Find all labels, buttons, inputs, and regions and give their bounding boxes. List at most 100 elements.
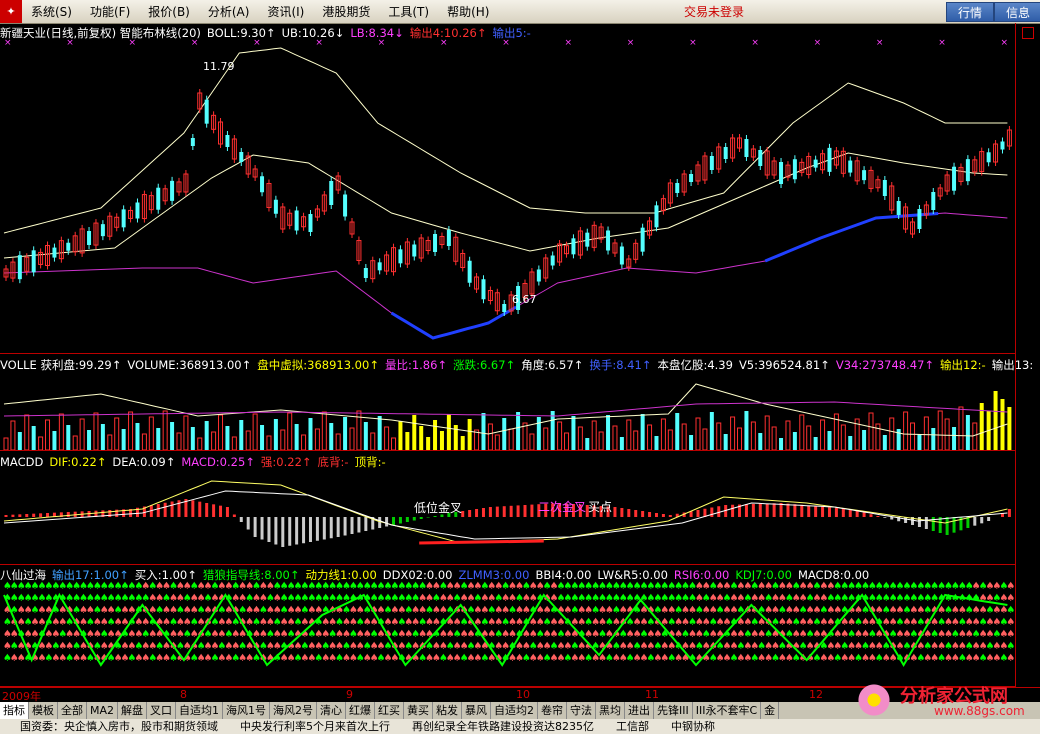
kline-info-item-5: 输出5:-: [492, 26, 531, 40]
kline-chart[interactable]: × × × × × × × × × × × × × × × × ×: [0, 23, 1015, 353]
menu-item-6[interactable]: 工具(T): [379, 3, 438, 20]
tab-5[interactable]: 叉口: [147, 702, 177, 719]
tab-7[interactable]: 海风1号: [223, 702, 271, 719]
tab-22[interactable]: 金: [761, 702, 780, 719]
candle-body: [654, 205, 659, 228]
volume-bar: [225, 426, 230, 450]
candle-body: [87, 231, 92, 245]
baxian-info-item-1: 输出17:1.00↑: [52, 568, 129, 582]
volume-bar: [66, 425, 71, 450]
menu-item-1[interactable]: 功能(F): [81, 3, 139, 20]
tab-11[interactable]: 红买: [375, 702, 405, 719]
ticker-item-0[interactable]: 国资委：央企慎入房市，股市和期货领域: [20, 719, 218, 734]
baxian-info-item-8: LW&R5:0.00: [597, 568, 668, 582]
tab-9[interactable]: 清心: [317, 702, 347, 719]
volume-bar: [640, 414, 645, 450]
tab-17[interactable]: 守法: [567, 702, 597, 719]
macd-info-item-4: 强:0.22↑: [260, 455, 312, 469]
volume-pane[interactable]: VOLLE 获利盘:99.29↑ VOLUME:368913.00↑ 盘中虚拟:36…: [0, 354, 1033, 451]
volume-bar: [260, 425, 265, 450]
time-label-dec: 12: [809, 688, 823, 701]
kline-info-item-3: LB:8.34↓: [350, 26, 404, 40]
ticker-item-2[interactable]: 再创纪录全年铁路建设投资达8235亿: [412, 719, 594, 734]
volume-ma34-line: [3, 401, 1008, 417]
baxian-info-item-2: 买入:1.00↑: [134, 568, 197, 582]
volume-bar: [585, 438, 590, 450]
ticker-item-3[interactable]: 工信部: [616, 719, 649, 734]
tab-10[interactable]: 红爆: [346, 702, 376, 719]
candle-body: [260, 176, 265, 193]
menu-item-3[interactable]: 分析(A): [199, 3, 259, 20]
ticker-item-4[interactable]: 中钢协称: [671, 719, 715, 734]
baxian-info-item-7: BBI4:0.00: [535, 568, 592, 582]
time-label-sep: 9: [346, 688, 353, 701]
tab-0[interactable]: 指标: [0, 702, 29, 719]
tab-8[interactable]: 海风2号: [270, 702, 318, 719]
volume-bar: [516, 412, 521, 450]
tab-3[interactable]: MA2: [87, 702, 119, 719]
volume-bar: [467, 419, 472, 450]
tab-6[interactable]: 自适均1: [176, 702, 224, 719]
candle-body: [571, 238, 576, 255]
scale-corner-box[interactable]: [1022, 27, 1034, 39]
candle-body: [204, 99, 209, 124]
volume-bar: [239, 420, 244, 450]
tab-4[interactable]: 解盘: [118, 702, 148, 719]
baxian-chart[interactable]: ♠♠♠♠♠♠♠♠♠♠♠♠♠♠♠♠♠♠♠♠♠♠♠♠♠♠♠♠♠♠♠♠♠♠♠♠♠♠♠♠…: [0, 565, 1015, 686]
high-price-label: 11.79: [203, 60, 235, 73]
volume-bar: [1007, 407, 1012, 450]
volume-bar: [398, 421, 403, 450]
volume-bar: [266, 435, 272, 450]
menu-items: 系统(S) 功能(F) 报价(B) 分析(A) 资讯(I) 港股期货 工具(T) 帮助(H): [22, 3, 498, 20]
volume-bar: [93, 412, 99, 450]
tab-21[interactable]: III永不套牢C: [693, 702, 762, 719]
volume-bar: [862, 430, 867, 450]
volume-bar: [460, 436, 465, 450]
info-button[interactable]: 信息: [994, 2, 1040, 22]
menu-item-0[interactable]: 系统(S): [22, 3, 81, 20]
tab-16[interactable]: 卷帘: [538, 702, 568, 719]
volume-bar: [889, 417, 895, 450]
time-label-aug: 8: [180, 688, 187, 701]
candle-body: [931, 192, 936, 210]
baxian-pane[interactable]: ♠ ♠ ♠ ♠ ♠ ♠ ♠ ♠ ♠ ♠ ♠ ♠ ♠ ♠ ♠ ♠ ♠ ♠ ♠ ♠ ♠ ♠ ♠ ♠ ♠ ♠ ♠ ♠ ♠ ♠ ♠ ♠ ♠ ♠ ♠ ♠ ♠ ♠ ♠ ♠…: [0, 565, 1015, 687]
volume-bar: [38, 436, 44, 450]
top-marker: ×: [565, 38, 573, 48]
macd-info-bar: MACDD DIF:0.22↑ DEA:0.09↑ MACD:0.25↑ 强:0.22↑…: [0, 455, 386, 469]
menu-item-2[interactable]: 报价(B): [139, 3, 199, 20]
volume-info-item-2: 盘中虚拟:368913.00↑: [257, 358, 379, 372]
flower-logo-icon: [856, 682, 892, 718]
quote-button[interactable]: 行情: [946, 2, 994, 22]
tab-2[interactable]: 全部: [58, 702, 87, 719]
volume-bar: [391, 437, 397, 450]
volume-bar: [439, 431, 444, 450]
tab-14[interactable]: 暴风: [462, 702, 492, 719]
volume-bar: [944, 418, 950, 450]
tab-20[interactable]: 先锋III: [654, 702, 693, 719]
login-status: 交易未登录: [684, 5, 745, 19]
tab-13[interactable]: 粘发: [433, 702, 463, 719]
kline-pane[interactable]: × × × × × × × × × × × × × × × × × 新疆天业(日线,前复权) 智能布林线(20)…: [0, 23, 1015, 354]
tab-18[interactable]: 黑均: [596, 702, 626, 719]
menu-item-7[interactable]: 帮助(H): [438, 3, 498, 20]
volume-bar: [1000, 399, 1005, 450]
candle-body: [606, 230, 611, 251]
macd-pane[interactable]: MACDD DIF:0.22↑ DEA:0.09↑ MACD:0.25↑ 强:0.22↑…: [0, 451, 1015, 565]
time-label-oct: 10: [516, 688, 530, 701]
tab-15[interactable]: 自适均2: [491, 702, 539, 719]
tab-12[interactable]: 黄买: [404, 702, 434, 719]
candle-body: [446, 230, 451, 246]
volume-bar: [72, 435, 78, 450]
macd-info-item-3: MACD:0.25↑: [181, 455, 255, 469]
top-marker: ×: [814, 38, 822, 48]
top-marker: ×: [1000, 38, 1008, 48]
tab-1[interactable]: 模板: [29, 702, 58, 719]
menu-item-4[interactable]: 资讯(I): [258, 3, 313, 20]
macd-info-item-5: 底背:-: [317, 455, 349, 469]
baxian-glyph: ♠: [1006, 617, 1015, 628]
candle-body: [965, 159, 970, 182]
tab-19[interactable]: 进出: [625, 702, 655, 719]
menu-item-5[interactable]: 港股期货: [313, 3, 379, 20]
ticker-item-1[interactable]: 中央发行利率5个月来首次上行: [240, 719, 390, 734]
kline-info-item-2: UB:10.26↓: [281, 26, 345, 40]
